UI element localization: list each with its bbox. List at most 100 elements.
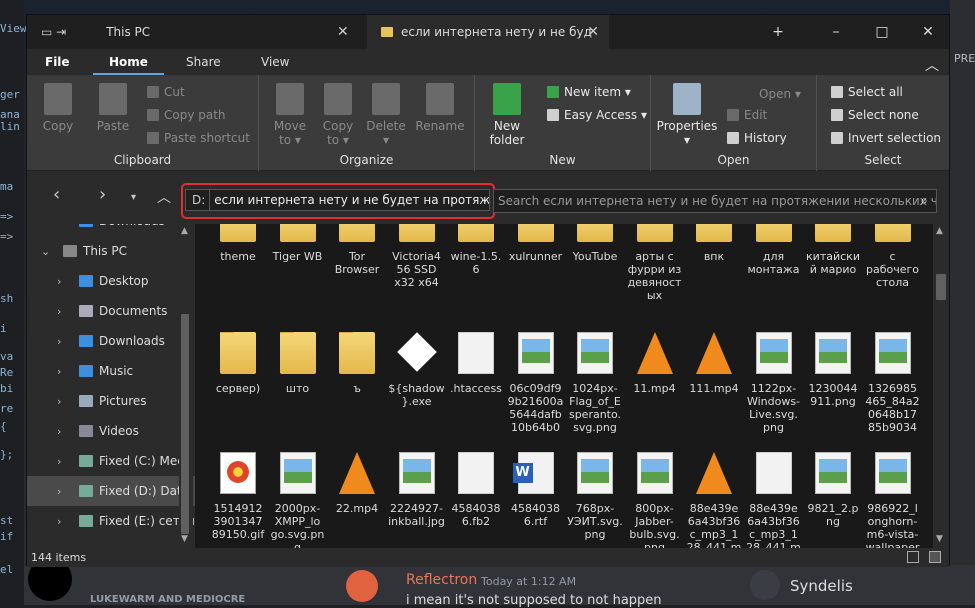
folder-item[interactable]: арты с фурри из девяност ых (625, 224, 685, 328)
tab-share[interactable]: Share (186, 55, 221, 69)
sidebar-item-documents[interactable]: › Documents (27, 296, 195, 326)
rename-button[interactable]: Rename (415, 83, 465, 133)
file-item[interactable]: 1122px- Windows- Live.svg. png (744, 332, 804, 444)
folder-item[interactable]: с рабочего стола (863, 224, 923, 328)
file-item[interactable]: 9821_2.p ng (803, 452, 863, 548)
tab-view[interactable]: View (261, 55, 289, 69)
chevron-right-icon[interactable]: › (57, 485, 71, 498)
file-item[interactable]: 4584038 6.rtf (506, 452, 566, 548)
content-scroll-thumb[interactable] (936, 274, 946, 300)
paste-shortcut-button[interactable]: Paste shortcut (147, 131, 250, 145)
forward-button[interactable]: › (99, 184, 106, 205)
nav-scrollbar[interactable]: ▲ ▼ (179, 224, 193, 548)
folder-item[interactable]: впк (684, 224, 744, 328)
tab-this-pc[interactable]: ▭ ⇥ This PC (27, 15, 367, 49)
open-button[interactable]: Open ▾ (759, 87, 801, 101)
sidebar-item-drive[interactable]: › Fixed (D:) Data (27, 476, 195, 506)
author-avatar[interactable] (346, 570, 378, 602)
file-item[interactable]: 1326985 465_84a2 0648b17 85b9034 (863, 332, 923, 444)
file-item[interactable]: .htaccess (446, 332, 506, 444)
close-tab-icon[interactable]: ✕ (587, 24, 599, 40)
sidebar-item-videos[interactable]: › Videos (27, 416, 195, 446)
tab-file[interactable]: File (45, 55, 70, 69)
file-item[interactable]: 1230044 911.png (803, 332, 863, 444)
file-item[interactable]: 800px- Jabber- bulb.svg. png (625, 452, 685, 548)
copy-path-button[interactable]: Copy path (147, 108, 226, 122)
chevron-right-icon[interactable]: › (57, 515, 71, 528)
file-item[interactable]: 2224927- inkball.jpg (387, 452, 447, 548)
file-item[interactable]: 111.mp4 (684, 332, 744, 444)
folder-item[interactable]: Victoria4 56 SSD x32 x64 (387, 224, 447, 328)
chevron-right-icon[interactable]: › (57, 425, 71, 438)
member-avatar[interactable] (750, 570, 780, 600)
file-item[interactable]: 88e439e 6a43bf36 c_mp3_1 28_441.m (744, 452, 804, 548)
sidebar-item-pictures[interactable]: › Pictures (27, 386, 195, 416)
paste-button[interactable]: Paste (93, 83, 133, 133)
file-item[interactable]: 1024px- Flag_of_E speranto. svg.png (565, 332, 625, 444)
folder-item[interactable]: што (268, 332, 328, 444)
close-window-button[interactable]: ✕ (905, 15, 951, 49)
content-scrollbar[interactable]: ▲ ▼ (933, 224, 949, 548)
file-item[interactable]: 11.mp4 (625, 332, 685, 444)
select-all-button[interactable]: Select all (831, 85, 903, 99)
scroll-down-icon[interactable]: ▼ (936, 534, 943, 544)
maximize-button[interactable]: □ (859, 15, 905, 49)
collapse-ribbon-icon[interactable]: ︿ (925, 55, 939, 75)
file-item[interactable]: 22.mp4 (327, 452, 387, 548)
details-view-icon[interactable] (907, 551, 919, 563)
file-item[interactable]: ${shadow }.exe (387, 332, 447, 444)
file-item[interactable]: 88e439e 6a43bf36 c_mp3_1 28_441.m (684, 452, 744, 548)
sidebar-item-computer[interactable]: ⌄ This PC (27, 236, 195, 266)
chevron-right-icon[interactable]: › (57, 275, 71, 288)
move-to-button[interactable]: Move to ▾ (269, 83, 311, 147)
scroll-up-icon[interactable]: ▲ (181, 226, 188, 236)
message-author[interactable]: Reflectron (406, 572, 477, 588)
edit-button[interactable]: Edit (727, 108, 767, 122)
chevron-right-icon[interactable]: › (57, 224, 71, 228)
delete-button[interactable]: Delete ▾ (365, 83, 407, 147)
file-item[interactable]: 1514912 3901347 89150.gif (208, 452, 268, 548)
nav-scroll-thumb[interactable] (181, 314, 189, 534)
search-icon[interactable]: ⌕ (911, 189, 937, 213)
select-none-button[interactable]: Select none (831, 108, 919, 122)
folder-item[interactable]: xulrunner (506, 224, 566, 328)
scroll-up-icon[interactable]: ▲ (936, 226, 943, 236)
folder-item[interactable]: Tiger WB (268, 224, 328, 328)
folder-item[interactable]: китайски й марио (803, 224, 863, 328)
up-button[interactable]: ︿ (157, 187, 171, 207)
chevron-right-icon[interactable]: › (57, 455, 71, 468)
chevron-right-icon[interactable]: › (57, 365, 71, 378)
folder-item[interactable]: Tor Browser (327, 224, 387, 328)
folder-item[interactable]: для монтажа (744, 224, 804, 328)
chevron-down-icon[interactable]: ⌄ (41, 245, 55, 258)
copy-to-button[interactable]: Copy to ▾ (317, 83, 359, 147)
sidebar-item-desktop[interactable]: › Desktop (27, 266, 195, 296)
file-item[interactable]: 986922_l onghorn- m6-vista- wallpaper (863, 452, 923, 548)
sidebar-item-drive[interactable]: › Fixed (C:) Мест (27, 446, 195, 476)
folder-item[interactable]: сервер) (208, 332, 268, 444)
cut-button[interactable]: Cut (147, 85, 185, 99)
history-button[interactable]: History (727, 131, 787, 145)
sidebar-item-download[interactable]: › Downloads (27, 326, 195, 356)
invert-selection-button[interactable]: Invert selection (831, 131, 941, 145)
file-item[interactable]: 06c09df9 9b21600a 5644dafb 10b64b0 (506, 332, 566, 444)
folder-item[interactable]: ъ (327, 332, 387, 444)
file-item[interactable]: 4584038 6.fb2 (446, 452, 506, 548)
file-item[interactable]: 768px- УЭИТ.svg. png (565, 452, 625, 548)
back-button[interactable]: ‹ (53, 184, 60, 205)
file-item[interactable]: 2000px- XMPP_lo go.svg.pn g (268, 452, 328, 548)
sidebar-item-drive[interactable]: › Fixed (E:) сетап (27, 506, 195, 536)
chevron-right-icon[interactable]: › (57, 335, 71, 348)
chevron-right-icon[interactable]: › (57, 305, 71, 318)
tab-current-folder[interactable]: если интернета нету и не буд ✕ (367, 15, 609, 49)
channel-category[interactable]: LUKEWARM AND MEDIOCRE (90, 594, 245, 605)
easy-access-button[interactable]: Easy Access ▾ (547, 108, 647, 122)
tab-home[interactable]: Home (93, 49, 164, 75)
close-tab-icon[interactable]: ✕ (337, 24, 349, 40)
properties-button[interactable]: Properties ▾ (655, 83, 719, 147)
folder-item[interactable]: theme (208, 224, 268, 328)
copy-button[interactable]: Copy (41, 83, 75, 133)
sidebar-item-download[interactable]: › Downloads (27, 224, 195, 236)
new-folder-button[interactable]: New folder (487, 83, 527, 147)
recent-locations-button[interactable]: ▾ (131, 192, 136, 203)
